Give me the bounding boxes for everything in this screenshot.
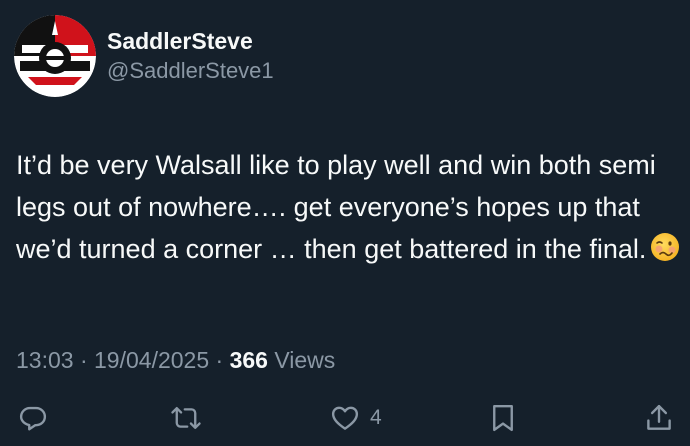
share-icon — [647, 404, 671, 430]
reply-icon — [19, 406, 47, 431]
divider — [0, 388, 690, 389]
bookmark-button[interactable] — [489, 398, 517, 438]
share-button[interactable] — [645, 398, 673, 438]
user-names: SaddlerSteve @SaddlerSteve1 — [107, 26, 274, 86]
display-name[interactable]: SaddlerSteve — [107, 26, 274, 56]
views-label: Views — [274, 347, 336, 373]
action-bar: 4 — [0, 398, 690, 438]
like-button[interactable]: 4 — [330, 398, 382, 438]
reply-button[interactable] — [18, 398, 48, 438]
views-count: 366 — [229, 347, 268, 373]
tweet-date[interactable]: 19/04/2025 — [94, 347, 209, 373]
heart-icon — [331, 406, 359, 430]
tweet-header: SaddlerSteve @SaddlerSteve1 — [14, 15, 274, 97]
woozy-face-icon — [650, 232, 680, 262]
tweet-text: It’d be very Walsall like to play well a… — [16, 144, 681, 270]
user-handle[interactable]: @SaddlerSteve1 — [107, 56, 274, 86]
tweet-time[interactable]: 13:03 — [16, 347, 74, 373]
like-count: 4 — [370, 406, 382, 429]
saddler-logo-icon — [14, 15, 96, 97]
meta-separator: · — [79, 347, 88, 373]
retweet-button[interactable] — [170, 398, 202, 438]
meta-separator: · — [215, 347, 224, 373]
tweet-meta: 13:03 · 19/04/2025 · 366 Views — [16, 345, 335, 375]
avatar[interactable] — [14, 15, 96, 97]
bookmark-icon — [493, 404, 513, 432]
retweet-icon — [171, 406, 201, 430]
tweet-body: It’d be very Walsall like to play well a… — [16, 150, 664, 264]
